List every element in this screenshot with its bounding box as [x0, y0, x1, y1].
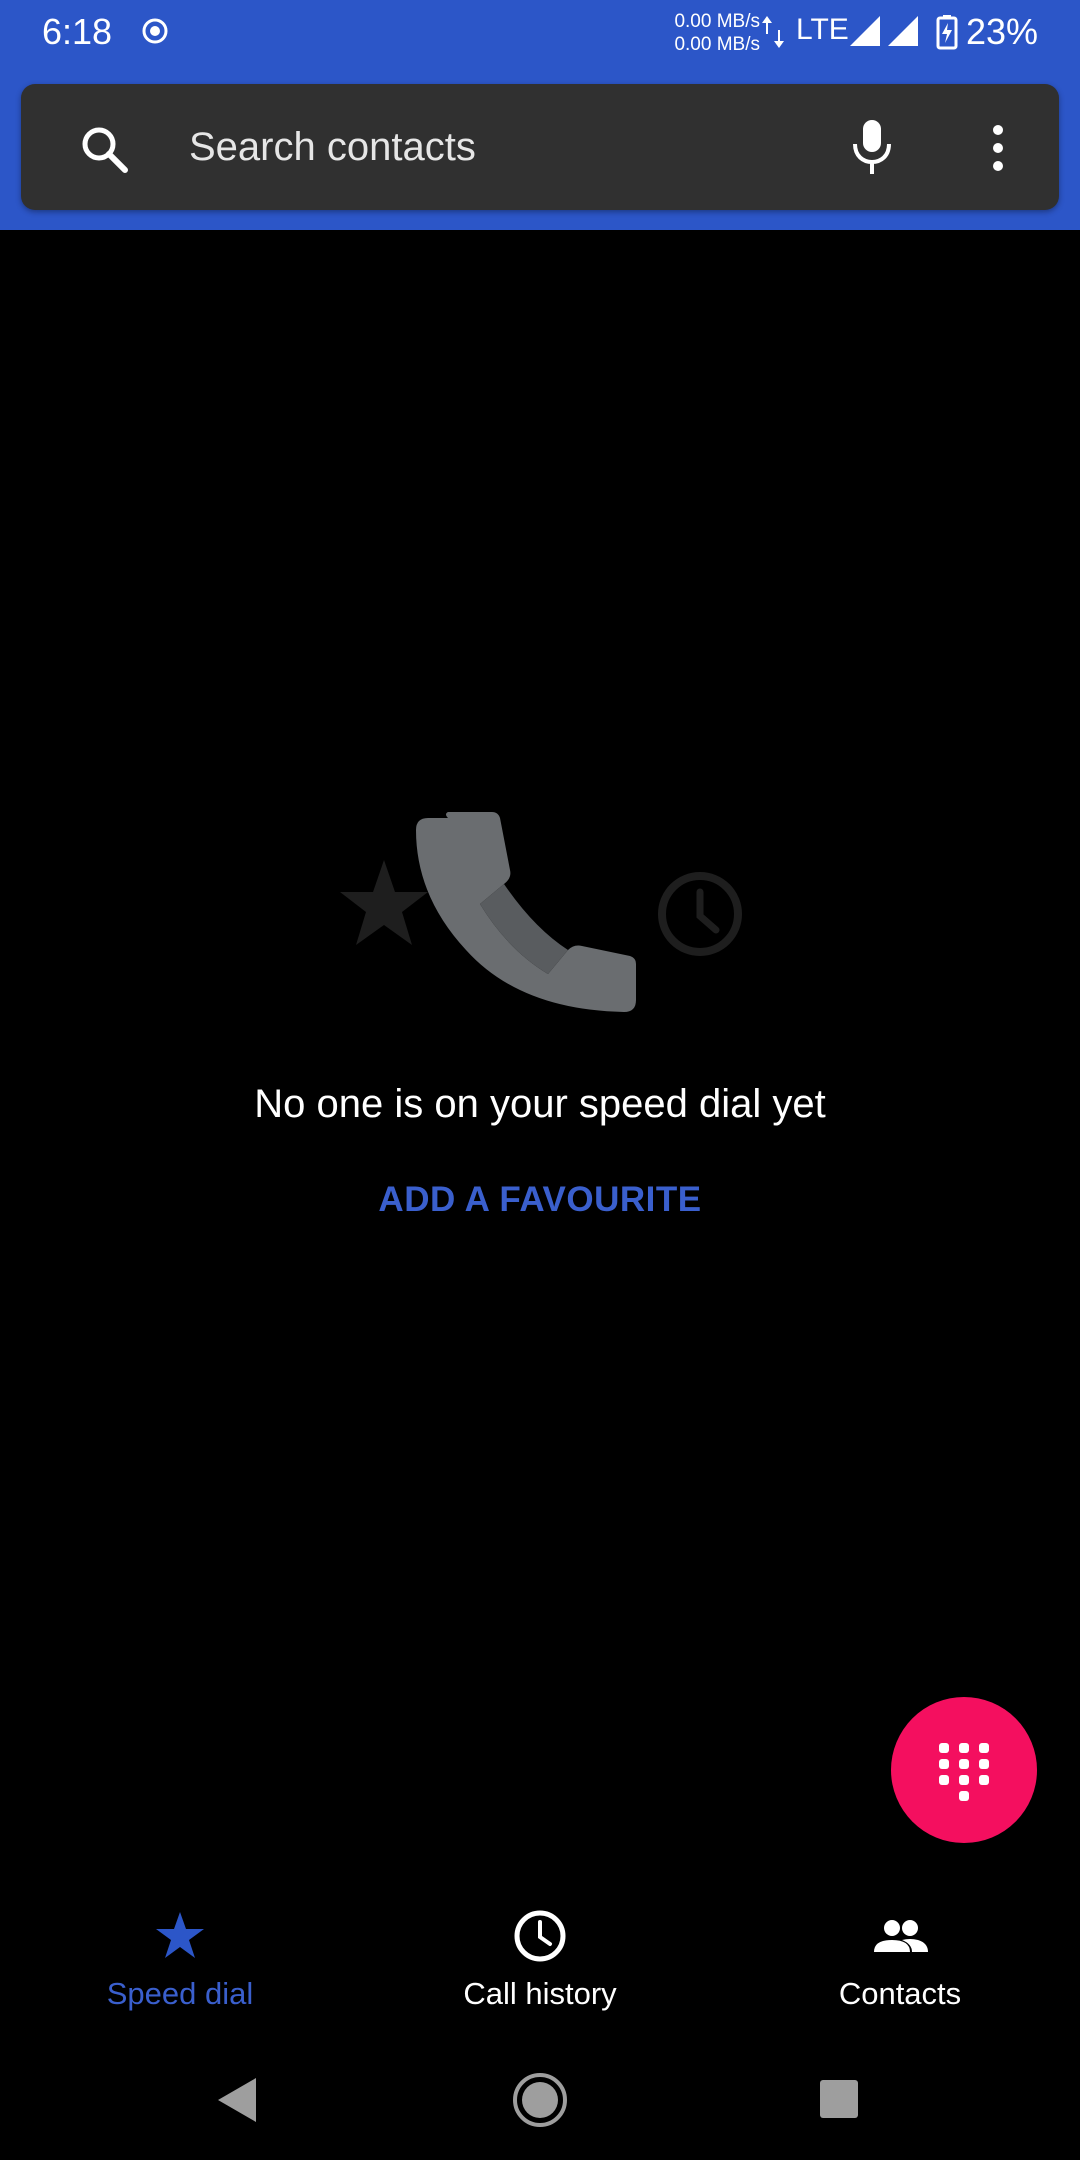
clock-icon — [658, 872, 742, 956]
people-icon — [874, 1920, 928, 1952]
nav-label-call-history: Call history — [463, 1976, 617, 2011]
system-navigation-bar — [0, 2040, 1080, 2160]
clock-icon — [514, 1910, 566, 1962]
network-speed-down: 0.00 MB/s — [674, 34, 760, 55]
network-speed-up: 0.00 MB/s — [674, 11, 760, 32]
nav-label-contacts: Contacts — [838, 1976, 962, 2011]
data-arrows-icon — [762, 16, 784, 48]
more-vert-icon[interactable] — [991, 124, 1005, 172]
phone-icon — [416, 812, 636, 1012]
signal-icon — [888, 16, 918, 46]
empty-state-illustration — [340, 812, 742, 1012]
nav-item-speed-dial[interactable]: Speed dial — [0, 1880, 360, 2030]
signal-icon — [850, 16, 880, 46]
network-type: LTE — [796, 13, 849, 46]
dialpad-fab[interactable] — [891, 1697, 1037, 1843]
nav-item-contacts[interactable]: Contacts — [720, 1880, 1080, 2030]
search-icon[interactable] — [79, 124, 129, 174]
nav-item-call-history[interactable]: Call history — [360, 1880, 720, 2030]
bottom-navigation: Speed dial Call history Contacts — [0, 1880, 1080, 2030]
nav-label-speed-dial: Speed dial — [106, 1976, 254, 2011]
back-icon[interactable] — [214, 2074, 262, 2126]
status-bar: 6:18 0.00 MB/s 0.00 MB/s LTE 23% — [0, 0, 1080, 64]
star-icon — [156, 1912, 204, 1958]
dialpad-icon — [939, 1743, 989, 1801]
search-input[interactable]: Search contacts — [189, 120, 476, 174]
mic-icon[interactable] — [849, 118, 895, 176]
battery-charging-icon — [936, 15, 958, 50]
location-dot-icon — [142, 18, 168, 44]
add-favourite-button[interactable]: ADD A FAVOURITE — [360, 1168, 720, 1232]
battery-percent: 23% — [966, 11, 1039, 52]
star-icon — [340, 860, 428, 945]
network-speed: 0.00 MB/s 0.00 MB/s — [640, 10, 760, 56]
status-time: 6:18 — [42, 11, 113, 52]
app-header: Search contacts — [0, 64, 1080, 230]
empty-state-title: No one is on your speed dial yet — [254, 1082, 826, 1126]
search-bar[interactable]: Search contacts — [21, 84, 1059, 210]
recents-icon[interactable] — [818, 2078, 860, 2120]
home-icon[interactable] — [512, 2072, 568, 2128]
